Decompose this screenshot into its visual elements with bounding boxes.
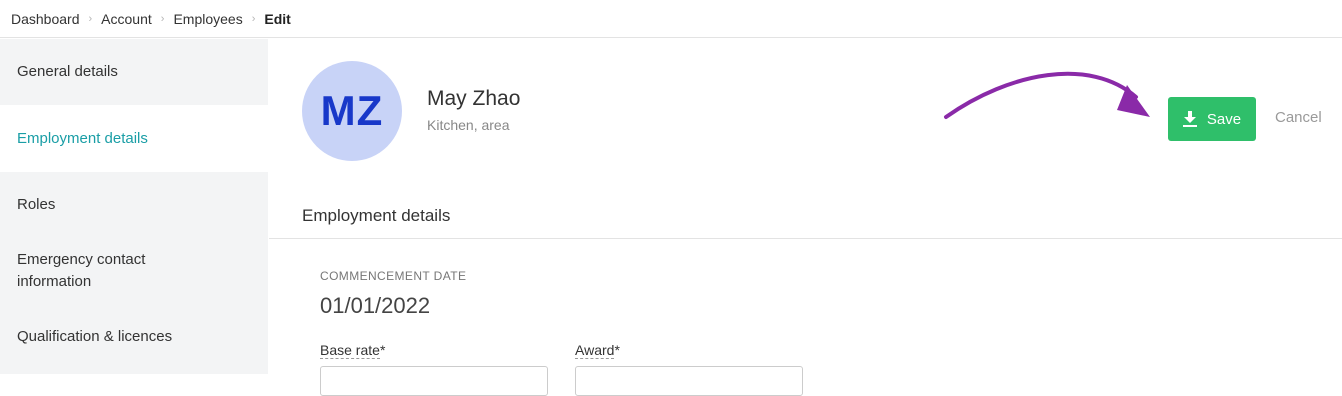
download-icon [1182, 111, 1197, 127]
cancel-button[interactable]: Cancel [1275, 109, 1322, 126]
required-marker: * [379, 342, 386, 358]
save-button-label: Save [1206, 110, 1242, 128]
sidebar-item-qualifications[interactable]: Qualification & licences [0, 304, 268, 370]
sidebar-item-label: Emergency contact information [17, 251, 146, 290]
sidebar-item-label: Qualification & licences [17, 328, 173, 345]
breadcrumb-current: Edit [264, 10, 291, 27]
sidebar-item-label: Employment details [17, 129, 148, 147]
breadcrumb-account[interactable]: Account [101, 11, 152, 27]
chevron-right-icon: › [251, 12, 256, 25]
base-rate-label: Base rate* [320, 342, 386, 359]
section-divider [269, 238, 1342, 239]
sidebar-item-label: Roles [17, 196, 56, 213]
commencement-date-label: COMMENCEMENT DATE [320, 269, 467, 283]
curved-arrow-icon [944, 71, 1150, 119]
save-button[interactable]: Save [1168, 97, 1256, 141]
breadcrumb-employees[interactable]: Employees [173, 11, 242, 27]
sidebar-item-label: General details [17, 63, 118, 80]
base-rate-label-text: Base rate [320, 342, 380, 359]
sidebar-item-employment-details[interactable]: Employment details [0, 105, 268, 172]
award-label-text: Award [575, 342, 615, 359]
commencement-date-value: 01/01/2022 [320, 293, 431, 318]
breadcrumb: Dashboard › Account › Employees › Edit [0, 0, 1342, 38]
sidebar: General details Employment details Roles… [0, 39, 268, 374]
sidebar-item-emergency-contact[interactable]: Emergency contact information [0, 238, 268, 304]
chevron-right-icon: › [88, 12, 93, 25]
chevron-right-icon: › [160, 12, 165, 25]
employee-subtitle: Kitchen, area [427, 117, 510, 133]
section-title: Employment details [302, 206, 451, 225]
employee-name: May Zhao [427, 87, 521, 110]
award-select[interactable] [575, 366, 803, 396]
sidebar-item-roles[interactable]: Roles [0, 172, 268, 238]
sidebar-item-general-details[interactable]: General details [0, 39, 268, 105]
avatar-initials: MZ [320, 87, 384, 134]
award-label: Award* [575, 342, 620, 359]
base-rate-input[interactable] [320, 366, 548, 396]
breadcrumb-dashboard[interactable]: Dashboard [11, 11, 80, 27]
required-marker: * [614, 342, 620, 358]
avatar: MZ [302, 61, 402, 161]
